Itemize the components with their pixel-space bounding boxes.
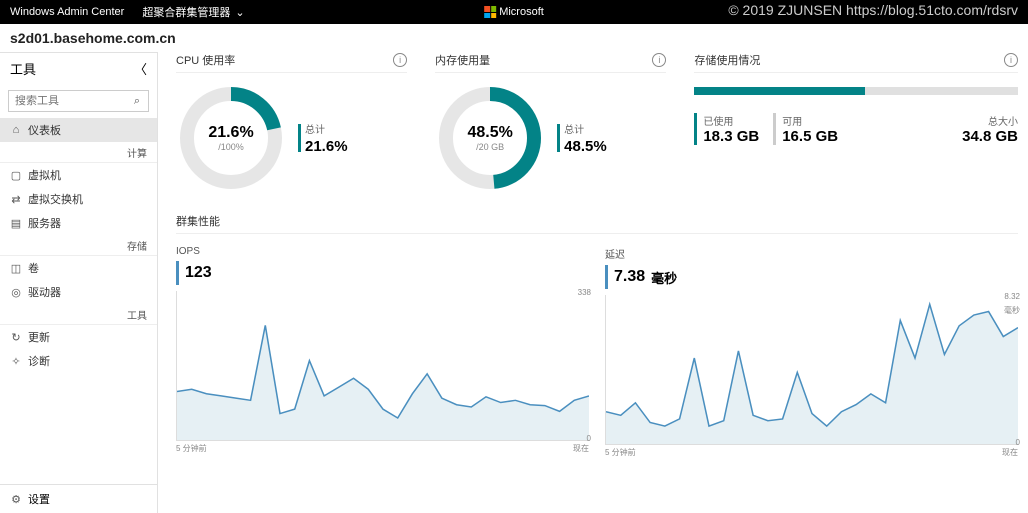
storage-card: 存储使用情况 i 已使用 18.3 GB 可用 16.5 GB — [694, 52, 1018, 193]
sidebar-search[interactable]: ⌕ — [8, 90, 149, 112]
nav-group-label: 存储 — [0, 235, 157, 256]
storage-total-stat: 总大小 34.8 GB — [962, 113, 1018, 145]
module-dropdown[interactable]: 超聚合群集管理器 ⌄ — [142, 4, 244, 20]
hostname: s2d01.basehome.com.cn — [0, 24, 1028, 52]
home-icon: ⌂ — [10, 124, 22, 136]
chart-title: IOPS — [176, 246, 589, 257]
nav-group-label: 计算 — [0, 142, 157, 163]
perf-title: 群集性能 — [176, 213, 1018, 234]
nav-group-label: 工具 — [0, 304, 157, 325]
update-icon: ↻ — [10, 331, 22, 343]
storage-used-stat: 已使用 18.3 GB — [694, 113, 759, 145]
diag-icon: ✧ — [10, 355, 22, 367]
chart-area: 8.32 毫秒 0 — [605, 295, 1018, 445]
collapse-icon[interactable]: 〈 — [134, 59, 147, 78]
microsoft-logo-icon — [484, 6, 496, 18]
server-icon: ▤ — [10, 217, 22, 229]
storage-bar — [694, 87, 1018, 95]
search-icon[interactable]: ⌕ — [126, 95, 148, 108]
memory-card: 内存使用量 i 48.5% /20 GB 总计 48.5% — [435, 52, 666, 193]
nav-item-label: 更新 — [28, 329, 50, 345]
nav-item-label: 卷 — [28, 260, 39, 276]
watermark: © 2019 ZJUNSEN https://blog.51cto.com/rd… — [728, 2, 1018, 18]
info-icon[interactable]: i — [1004, 53, 1018, 67]
nav-item-label: 虚拟机 — [28, 167, 61, 183]
sidebar-item[interactable]: ▢ 虚拟机 — [0, 163, 157, 187]
memory-gauge: 48.5% /20 GB — [435, 83, 545, 193]
sidebar-item[interactable]: ↻ 更新 — [0, 325, 157, 349]
chart-value: 123 — [185, 264, 212, 282]
storage-title: 存储使用情况 — [694, 52, 760, 68]
sidebar-item[interactable]: ✧ 诊断 — [0, 349, 157, 373]
chart-value: 7.38 — [614, 268, 645, 286]
nav-item-label: 服务器 — [28, 215, 61, 231]
chart-title: 延迟 — [605, 246, 1018, 261]
info-icon[interactable]: i — [393, 53, 407, 67]
storage-avail-stat: 可用 16.5 GB — [773, 113, 838, 145]
sidebar-item[interactable]: ◎ 驱动器 — [0, 280, 157, 304]
content: CPU 使用率 i 21.6% /100% 总计 21.6% — [158, 52, 1028, 513]
sidebar-item[interactable]: ⇄ 虚拟交换机 — [0, 187, 157, 211]
info-icon[interactable]: i — [652, 53, 666, 67]
chart-area: 338 0 — [176, 291, 589, 441]
cpu-title: CPU 使用率 — [176, 52, 235, 68]
app-name[interactable]: Windows Admin Center — [10, 6, 124, 18]
cpu-gauge: 21.6% /100% — [176, 83, 286, 193]
sidebar-item[interactable]: ▤ 服务器 — [0, 211, 157, 235]
brand: Microsoft — [484, 6, 544, 18]
search-input[interactable] — [9, 95, 126, 107]
chart-延迟: 延迟 7.38毫秒 8.32 毫秒 0 5 分钟前现在 — [605, 246, 1018, 458]
sidebar-item[interactable]: ⌂ 仪表板 — [0, 118, 157, 142]
sidebar-header: 工具 〈 — [0, 52, 157, 84]
sidebar-item-settings[interactable]: ⚙ 设置 — [0, 484, 157, 513]
drive-icon: ◎ — [10, 286, 22, 298]
memory-title: 内存使用量 — [435, 52, 490, 68]
chart-IOPS: IOPS 123 338 0 5 分钟前现在 — [176, 246, 589, 458]
volume-icon: ◫ — [10, 262, 22, 274]
sidebar-item[interactable]: ◫卷 — [0, 256, 157, 280]
gear-icon: ⚙ — [10, 493, 22, 505]
nav-item-label: 驱动器 — [28, 284, 61, 300]
sidebar: 工具 〈 ⌕ ⌂仪表板计算▢虚拟机⇄虚拟交换机▤服务器存储◫卷◎驱动器工具↻更新… — [0, 52, 158, 513]
vm-icon: ▢ — [10, 169, 22, 181]
switch-icon: ⇄ — [10, 193, 22, 205]
cpu-card: CPU 使用率 i 21.6% /100% 总计 21.6% — [176, 52, 407, 193]
chevron-down-icon: ⌄ — [235, 6, 244, 19]
nav-item-label: 诊断 — [28, 353, 50, 369]
nav-item-label: 仪表板 — [28, 122, 61, 138]
nav-item-label: 虚拟交换机 — [28, 191, 83, 207]
